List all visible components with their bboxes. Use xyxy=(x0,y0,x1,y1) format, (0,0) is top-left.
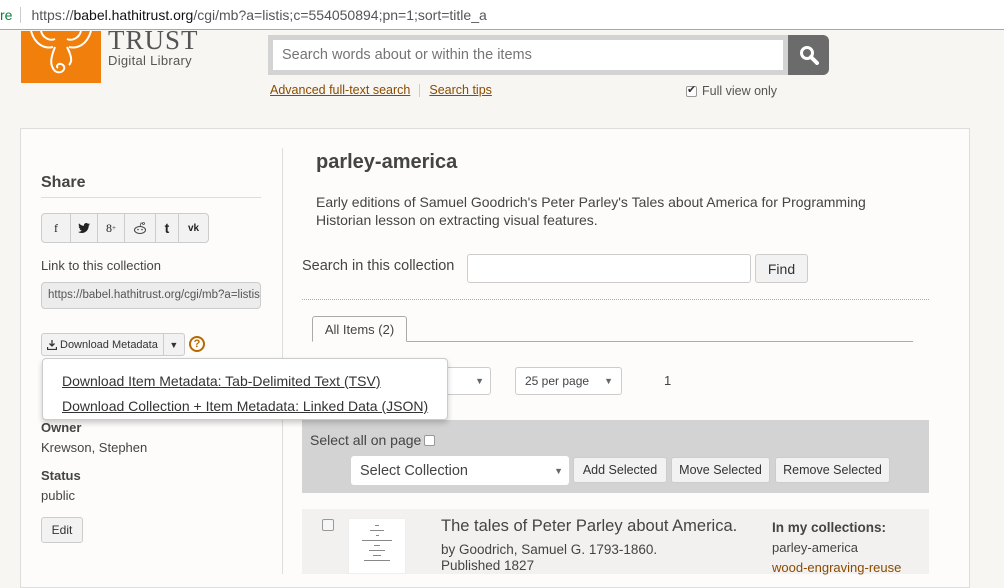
url-host: babel.hathitrust.org xyxy=(73,6,194,23)
collection-link-field[interactable]: https://babel.hathitrust.org/cgi/mb?a=li… xyxy=(41,282,261,309)
full-view-label: Full view only xyxy=(702,84,778,98)
collection-link-label: Link to this collection xyxy=(41,258,161,273)
share-heading: Share xyxy=(41,174,86,191)
collection-description: Early editions of Samuel Goodrich's Pete… xyxy=(316,194,866,228)
download-metadata-button[interactable]: Download Metadata ▼ xyxy=(41,333,185,356)
chevron-down-icon[interactable]: ▼ xyxy=(164,334,184,355)
tab-all-items[interactable]: All Items (2) xyxy=(312,316,407,342)
move-selected-button[interactable]: Move Selected xyxy=(671,457,770,483)
page-number[interactable]: 1 xyxy=(664,373,671,388)
select-all-label: Select all on page xyxy=(310,432,422,448)
magnifier-icon xyxy=(799,46,819,65)
search-tips-link[interactable]: Search tips xyxy=(429,83,492,97)
owner-heading: Owner xyxy=(41,420,82,435)
link-divider xyxy=(419,84,421,98)
status-heading: Status xyxy=(41,468,81,483)
item-thumbnail[interactable] xyxy=(348,518,406,574)
url-path: /cgi/mb?a=listis;c=554050894;pn=1;sort=t… xyxy=(193,6,487,23)
search-collection-input[interactable] xyxy=(467,254,751,283)
address-separator xyxy=(20,6,22,23)
url-text[interactable]: https://babel.hathitrust.org/cgi/mb?a=li… xyxy=(31,7,486,23)
download-tsv-menu-item[interactable]: Download Item Metadata: Tab-Delimited Te… xyxy=(43,369,447,394)
per-page-value: 25 per page xyxy=(525,374,590,388)
logo-trust-text: TRUST xyxy=(108,25,199,55)
remove-selected-button[interactable]: Remove Selected xyxy=(775,457,890,483)
download-json-menu-item[interactable]: Download Collection + Item Metadata: Lin… xyxy=(43,394,447,419)
download-icon xyxy=(47,339,57,350)
chevron-down-icon: ▼ xyxy=(554,465,563,476)
url-scheme: https:// xyxy=(31,6,74,23)
section-divider xyxy=(302,299,929,300)
facebook-icon[interactable]: f xyxy=(42,214,71,242)
download-metadata-label: Download Metadata xyxy=(60,338,158,351)
edit-button[interactable]: Edit xyxy=(41,517,83,543)
logo-wordmark[interactable]: TRUST Digital Library xyxy=(108,25,199,69)
full-view-toggle[interactable]: Full view only xyxy=(686,83,778,98)
item-title[interactable]: The tales of Peter Parley about America. xyxy=(441,517,737,536)
twitter-icon[interactable] xyxy=(71,214,98,242)
item-published: Published 1827 xyxy=(441,558,535,573)
owner-value: Krewson, Stephen xyxy=(41,440,148,455)
select-all-control[interactable]: Select all on page xyxy=(310,432,436,448)
chevron-down-icon: ▼ xyxy=(604,376,613,386)
search-button[interactable] xyxy=(788,35,829,75)
share-divider xyxy=(41,197,261,198)
header-links: Advanced full-text search Search tips xyxy=(270,83,492,98)
item-author: by Goodrich, Samuel G. 1793-1860. xyxy=(441,542,658,557)
advanced-search-link[interactable]: Advanced full-text search xyxy=(270,83,410,97)
security-indicator[interactable]: re xyxy=(0,7,12,23)
site-search-wrapper xyxy=(268,35,788,75)
collection-select-value: Select Collection xyxy=(360,462,468,479)
help-icon[interactable]: ? xyxy=(189,336,205,352)
tumblr-icon[interactable]: t xyxy=(156,214,179,242)
site-search-input[interactable] xyxy=(273,40,783,70)
collection-link[interactable]: wood-engraving-reuse xyxy=(772,560,901,575)
collection-select[interactable]: Select Collection ▼ xyxy=(351,456,569,485)
collection-title: parley-america xyxy=(316,151,458,173)
search-collection-label: Search in this collection xyxy=(302,258,455,274)
logo-subtitle: Digital Library xyxy=(108,53,192,68)
site-header: TRUST Digital Library Advanced full-text… xyxy=(0,27,1004,126)
collection-tag: parley-america xyxy=(772,540,858,555)
full-view-checkbox[interactable] xyxy=(686,83,697,97)
vk-icon[interactable]: vk xyxy=(179,214,208,242)
share-button-group: f 8 + t vk xyxy=(41,213,209,243)
download-metadata-main[interactable]: Download Metadata xyxy=(42,334,164,355)
status-value: public xyxy=(41,488,75,503)
per-page-select[interactable]: 25 per page ▼ xyxy=(515,367,622,395)
google-plus-icon[interactable]: 8 + xyxy=(98,214,125,242)
download-metadata-menu: Download Item Metadata: Tab-Delimited Te… xyxy=(42,358,448,420)
find-button[interactable]: Find xyxy=(755,254,808,283)
add-selected-button[interactable]: Add Selected xyxy=(573,457,667,483)
item-checkbox[interactable] xyxy=(322,519,334,531)
in-my-collections-heading: In my collections: xyxy=(772,520,887,535)
reddit-icon[interactable] xyxy=(125,214,156,242)
select-all-checkbox[interactable] xyxy=(424,434,436,446)
hathitrust-logo-icon[interactable] xyxy=(21,31,101,83)
